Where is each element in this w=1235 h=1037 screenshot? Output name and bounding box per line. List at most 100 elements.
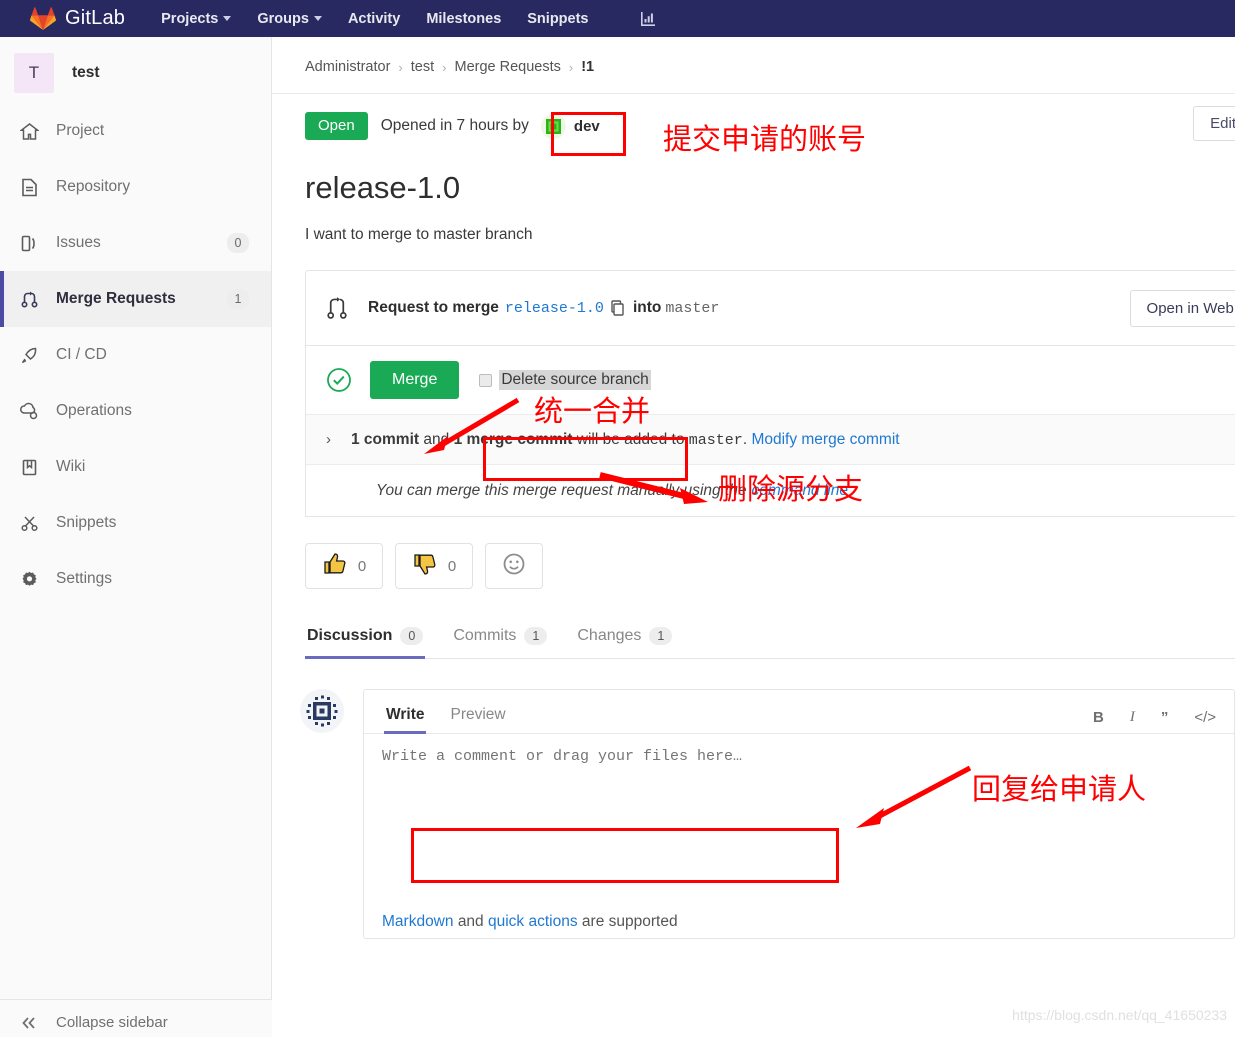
nav-link-snippets[interactable]: Snippets <box>527 11 588 27</box>
comment-input[interactable] <box>364 734 1234 874</box>
nav-link-projects[interactable]: Projects <box>161 11 232 27</box>
user-identicon-avatar <box>300 689 344 733</box>
tab-discussion-label: Discussion <box>307 627 393 644</box>
source-branch-label[interactable]: release-1.0 <box>505 300 604 317</box>
sidebar-item-snippets[interactable]: Snippets <box>0 495 271 551</box>
edit-button[interactable]: Edit <box>1193 106 1235 141</box>
thumbsdown-award-button[interactable]: 0 <box>395 543 473 589</box>
home-icon <box>18 120 40 142</box>
nav-link-groups-label: Groups <box>257 10 309 27</box>
copy-icon[interactable] <box>610 300 625 316</box>
sidebar-item-issues-badge: 0 <box>227 233 249 253</box>
delete-source-branch-option[interactable]: Delete source branch <box>479 370 651 390</box>
brand-label: GitLab <box>65 7 126 29</box>
commits-tail-label: will be added to <box>576 430 685 448</box>
breadcrumb-separator-icon: › <box>442 59 447 75</box>
breadcrumb-separator-icon: › <box>398 59 403 75</box>
manual-merge-row: You can merge this merge request manuall… <box>306 464 1235 516</box>
sidebar-item-operations[interactable]: Operations <box>0 383 271 439</box>
sidebar-item-issues[interactable]: Issues 0 <box>0 215 271 271</box>
sidebar-item-settings[interactable]: Settings <box>0 551 271 607</box>
markdown-link[interactable]: Markdown <box>382 913 454 930</box>
mr-status-row: Open Opened in 7 hours by dev Edit <box>272 93 1235 156</box>
mr-author[interactable]: dev <box>540 113 600 139</box>
commits-period: . <box>742 430 748 448</box>
markdown-help-tail: are supported <box>581 913 678 930</box>
nav-link-groups[interactable]: Groups <box>257 11 322 27</box>
sidebar-item-settings-label: Settings <box>56 570 113 587</box>
quick-actions-link[interactable]: quick actions <box>488 913 578 930</box>
tab-write[interactable]: Write <box>384 700 427 734</box>
operations-icon <box>18 400 40 422</box>
sidebar-item-merge-requests[interactable]: Merge Requests 1 <box>0 271 271 327</box>
chevron-double-left-icon <box>18 1012 40 1034</box>
tab-commits-badge: 1 <box>524 627 548 645</box>
comment-mode-tabs: Write Preview B I ” </> <box>364 690 1234 734</box>
merge-commit-count-label: 1 merge commit <box>453 430 573 448</box>
open-in-web-ide-button[interactable]: Open in Web IDE <box>1129 289 1235 327</box>
nav-link-activity[interactable]: Activity <box>348 11 400 27</box>
book-icon <box>18 456 40 478</box>
request-to-merge-label: Request to merge <box>368 299 499 316</box>
tab-discussion-badge: 0 <box>400 627 424 645</box>
merge-request-icon <box>326 296 348 320</box>
breadcrumb-item-test[interactable]: test <box>411 59 434 75</box>
command-line-link[interactable]: command line <box>752 482 849 500</box>
breadcrumb-item-current[interactable]: !1 <box>581 59 594 75</box>
tab-discussion[interactable]: Discussion 0 <box>305 617 426 659</box>
gear-icon <box>18 568 40 590</box>
tab-changes-badge: 1 <box>649 627 673 645</box>
status-badge: Open <box>305 112 368 140</box>
sidebar-item-project[interactable]: Project <box>0 103 271 159</box>
mr-description: I want to merge to master branch <box>305 226 533 243</box>
commit-count-label: 1 commit <box>351 430 420 448</box>
mr-tabs: Discussion 0 Commits 1 Changes 1 <box>305 617 1235 659</box>
sidebar-item-ci-cd-label: CI / CD <box>56 346 107 363</box>
commits-summary-row: › 1 commit and 1 merge commit will be ad… <box>306 414 1235 464</box>
award-emoji-bar: 0 0 <box>305 543 1235 589</box>
modify-merge-commit-link[interactable]: Modify merge commit <box>751 431 899 448</box>
markdown-help-and: and <box>457 913 484 930</box>
sidebar-item-repository-label: Repository <box>56 178 131 195</box>
project-header[interactable]: T test <box>0 37 271 103</box>
thumbsup-award-button[interactable]: 0 <box>305 543 383 589</box>
thumbsdown-count: 0 <box>447 557 457 575</box>
merge-widget-body: Merge Delete source branch › 1 commit an… <box>305 346 1235 517</box>
target-branch-label[interactable]: master <box>665 300 719 317</box>
quote-icon[interactable]: ” <box>1161 709 1169 726</box>
sidebar-item-wiki[interactable]: Wiki <box>0 439 271 495</box>
sidebar-item-ci-cd[interactable]: CI / CD <box>0 327 271 383</box>
issues-icon <box>18 232 40 254</box>
analytics-icon[interactable] <box>639 10 657 28</box>
page-title: release-1.0 <box>305 170 461 205</box>
thumbsup-count: 0 <box>357 557 367 575</box>
delete-source-branch-checkbox[interactable] <box>479 373 493 387</box>
gitlab-logo-icon[interactable] <box>30 6 56 31</box>
add-reaction-button[interactable] <box>485 543 543 589</box>
breadcrumb-item-merge-requests[interactable]: Merge Requests <box>454 59 560 75</box>
comment-box: Write Preview B I ” </> Markdown and qui… <box>363 689 1235 939</box>
italic-icon[interactable]: I <box>1130 709 1135 726</box>
tab-changes[interactable]: Changes 1 <box>575 617 674 658</box>
check-circle-icon <box>326 367 352 393</box>
tab-commits[interactable]: Commits 1 <box>451 617 549 658</box>
bold-icon[interactable]: B <box>1093 709 1104 726</box>
merge-button[interactable]: Merge <box>370 361 460 399</box>
breadcrumb-item-administrator[interactable]: Administrator <box>305 59 390 75</box>
sidebar-item-merge-requests-label: Merge Requests <box>56 290 176 307</box>
file-icon <box>18 176 40 198</box>
tab-preview[interactable]: Preview <box>448 700 507 733</box>
tab-changes-label: Changes <box>577 627 642 644</box>
add-reaction-icon <box>502 552 526 581</box>
collapse-sidebar-button[interactable]: Collapse sidebar <box>0 999 272 1037</box>
project-name: test <box>72 64 100 81</box>
expand-chevron-icon[interactable]: › <box>326 431 331 448</box>
code-icon[interactable]: </> <box>1194 709 1216 726</box>
breadcrumb-separator-icon: › <box>568 59 574 75</box>
sidebar-item-issues-label: Issues <box>56 234 101 251</box>
opened-text: Opened in 7 hours by <box>380 117 529 134</box>
nav-link-milestones[interactable]: Milestones <box>426 11 501 27</box>
sidebar-item-repository[interactable]: Repository <box>0 159 271 215</box>
merge-widget-header: Request to merge release-1.0 into master… <box>305 270 1235 346</box>
sidebar-item-project-label: Project <box>56 122 105 139</box>
